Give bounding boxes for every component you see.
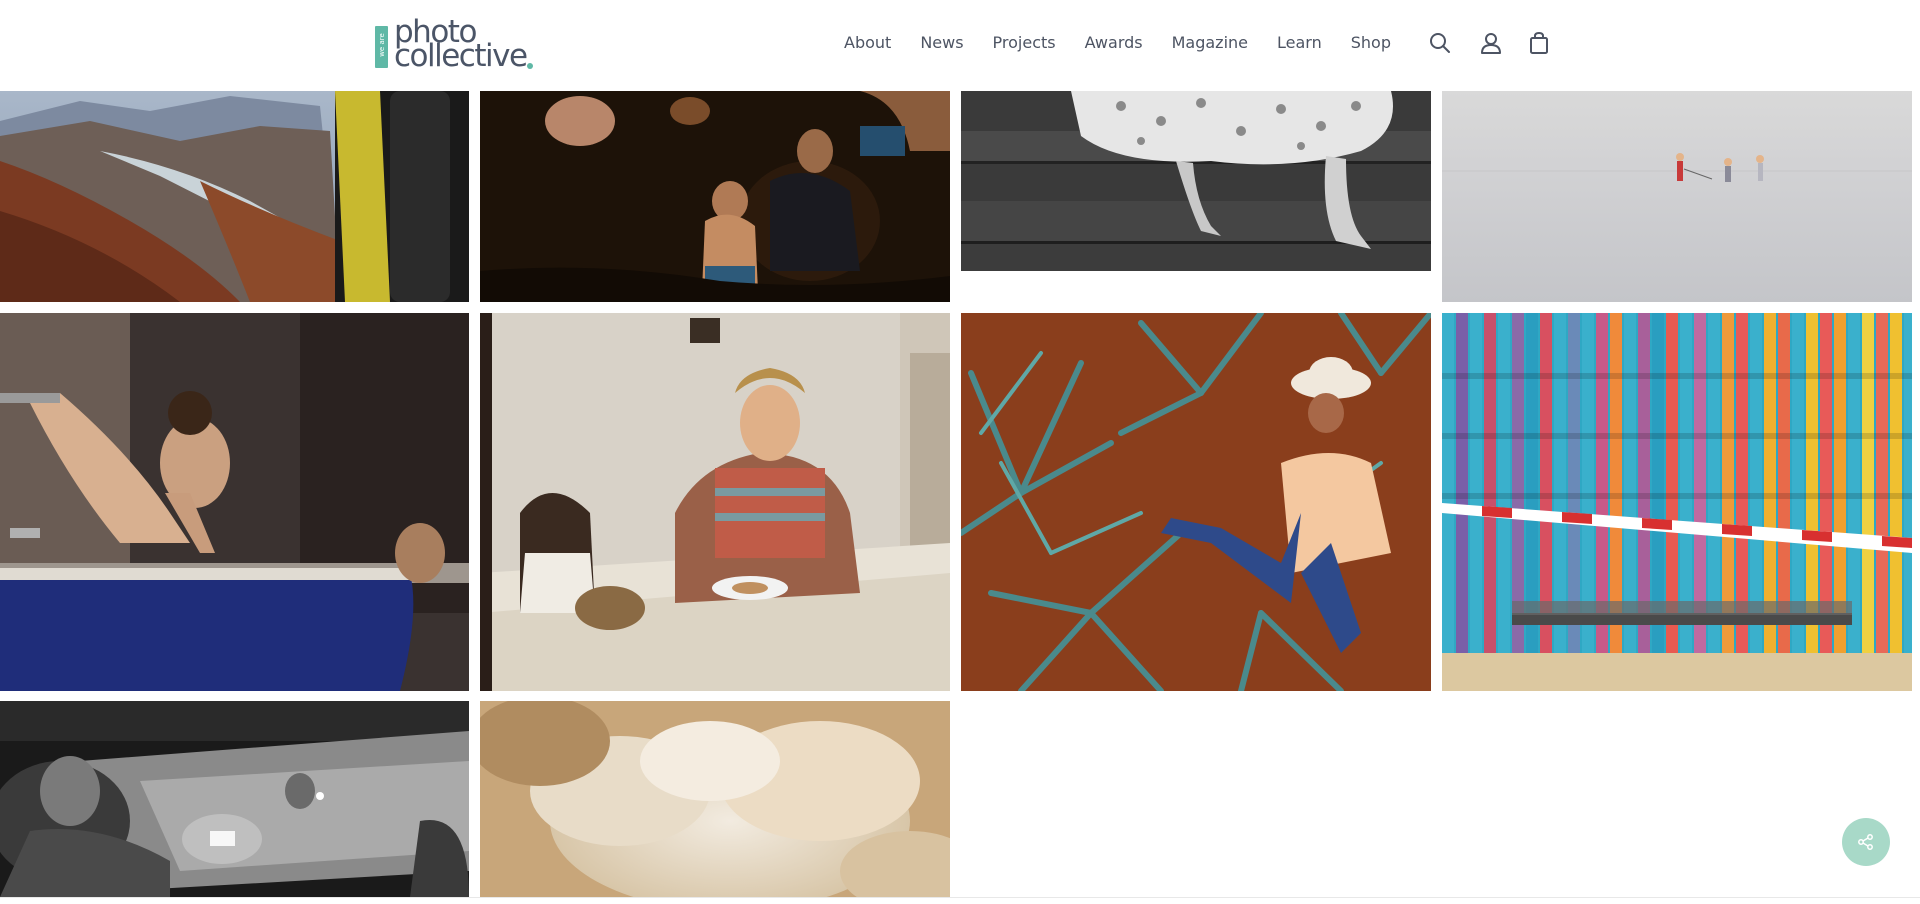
share-icon (1858, 834, 1873, 850)
nav-news[interactable]: News (920, 30, 963, 56)
nav-magazine[interactable]: Magazine (1172, 30, 1248, 56)
photo-tile[interactable] (480, 701, 950, 897)
shopping-bag-icon[interactable] (1527, 30, 1551, 56)
nav-about[interactable]: About (844, 30, 891, 56)
photo-tile[interactable] (0, 701, 469, 897)
photo-children-on-calm-sea (1442, 91, 1912, 302)
photo-tile[interactable] (961, 313, 1431, 691)
photo-child-in-bathtub (0, 313, 469, 691)
photo-agave-field-farmer (961, 313, 1431, 691)
logo-vertical-text: we are (378, 33, 386, 57)
account-icon[interactable] (1479, 30, 1503, 56)
photo-polka-dot-dress-steps (961, 91, 1431, 279)
share-button[interactable] (1842, 818, 1890, 866)
logo-line-collective: collective (394, 38, 528, 74)
photo-tile[interactable] (1442, 91, 1912, 302)
photo-children-in-dark-water (480, 91, 950, 302)
logo-badge: we are (375, 26, 388, 68)
photo-tile[interactable] (1442, 313, 1912, 691)
site-logo[interactable]: we are photo collective (375, 17, 540, 74)
footer-divider (0, 897, 1920, 898)
search-icon[interactable] (1428, 30, 1452, 56)
photo-gallery (0, 0, 1920, 904)
photo-tile[interactable] (961, 91, 1431, 279)
photo-mother-daughter-dinner (480, 313, 950, 691)
nav-projects[interactable]: Projects (993, 30, 1056, 56)
photo-workers-night-bw (0, 701, 469, 897)
photo-tile[interactable] (0, 313, 469, 691)
nav-learn[interactable]: Learn (1277, 30, 1322, 56)
photo-tile[interactable] (480, 91, 950, 302)
photo-tile[interactable] (480, 313, 950, 691)
photo-colorful-bench-wall (1442, 313, 1912, 691)
nav-shop[interactable]: Shop (1351, 30, 1391, 56)
logo-dot (527, 63, 533, 69)
main-nav: About News Projects Awards Magazine Lear… (844, 30, 1420, 56)
photo-burnt-forest-valley (0, 91, 469, 302)
photo-tile[interactable] (0, 91, 469, 302)
nav-awards[interactable]: Awards (1085, 30, 1143, 56)
site-header: we are photo collective About News Proje… (0, 0, 1920, 91)
photo-bushfire-smoke (480, 701, 950, 897)
